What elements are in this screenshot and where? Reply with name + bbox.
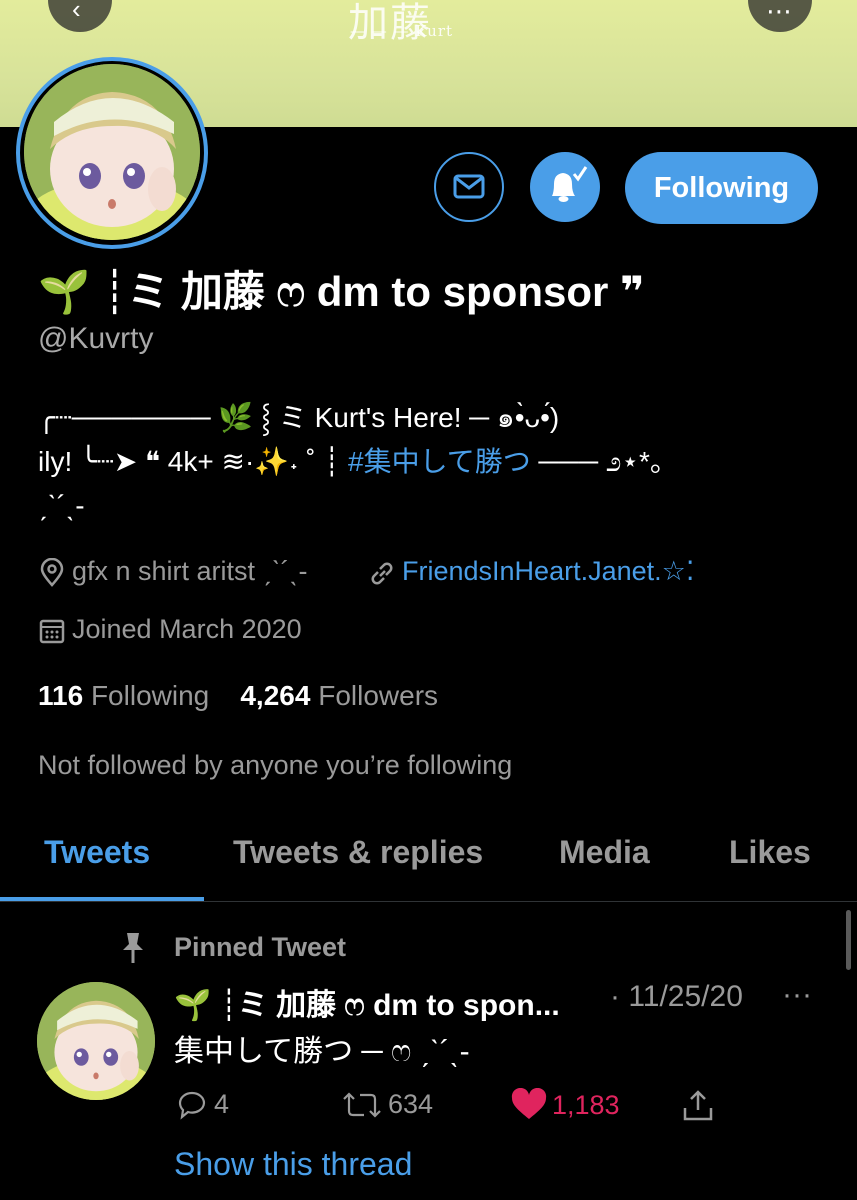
calendar-icon xyxy=(39,619,65,644)
location-text: gfx n shirt aritst ˏˋ´ˎ- xyxy=(72,556,308,586)
bell-icon xyxy=(552,166,588,202)
reply-count: 4 xyxy=(214,1089,230,1120)
retweet-button[interactable]: 634 xyxy=(340,1088,433,1121)
tweet-more-button[interactable]: ··· xyxy=(782,978,812,1012)
display-name: 🌱 ┊ミ 加藤 ෆ dm to sponsor ❞ xyxy=(38,268,645,315)
not-followed-notice: Not followed by anyone you’re following xyxy=(38,750,513,780)
pinned-label: Pinned Tweet xyxy=(174,932,347,962)
tweet-text: 集中して勝つ ─ ෆ ˏˋ´ˎ- xyxy=(174,1035,470,1068)
bio-line-1: ╭┈─────── 🌿 ⸾ ミ Kurt's Here! ─ ๑•̀ᴗ•́) xyxy=(38,402,560,433)
bio-line-3: ˏˋ´ˎ- xyxy=(38,490,85,521)
message-button[interactable] xyxy=(434,152,504,222)
bio-line-2-text: ily! ╰┈➤ ❝ 4k+ ≋·✨˖ ˚ ┊ xyxy=(38,446,341,477)
tab-media[interactable]: Media xyxy=(559,834,650,871)
back-icon: ‹ xyxy=(72,0,81,24)
avatar[interactable] xyxy=(24,64,200,240)
more-options-button[interactable]: ⋯ xyxy=(748,0,812,32)
bio-hashtag-link[interactable]: #集中して勝つ xyxy=(348,446,531,477)
followers-label: Followers xyxy=(318,680,439,711)
retweet-count: 634 xyxy=(388,1089,434,1120)
tabs-divider xyxy=(0,901,857,902)
follow-stats: 116 Following 4,264 Followers xyxy=(38,680,438,712)
bio-line-2: ily! ╰┈➤ ❝ 4k+ ≋·✨˖ ˚ ┊ #集中して勝つ ─── ೨⋆*。 xyxy=(38,440,678,484)
retweet-icon xyxy=(343,1092,381,1118)
banner-sub-text: — — — Kurt xyxy=(350,22,454,40)
following-button[interactable]: Following xyxy=(625,152,818,224)
share-icon xyxy=(683,1090,713,1121)
profile-joined: Joined March 2020 xyxy=(38,614,302,646)
notifications-button[interactable] xyxy=(530,152,600,222)
mail-icon xyxy=(453,174,485,199)
tweet-author-name[interactable]: 🌱 ┊ミ 加藤 ෆ dm to spon... xyxy=(174,980,560,1024)
followers-count: 4,264 xyxy=(240,680,311,711)
following-stat[interactable]: 116 Following xyxy=(38,680,209,711)
profile-website[interactable]: FriendsInHeart.Janet.☆⁚ xyxy=(368,556,694,588)
joined-text: Joined March 2020 xyxy=(72,614,302,644)
share-button[interactable] xyxy=(680,1088,716,1124)
bio-line-2-tail: ─── ೨⋆*。 xyxy=(538,446,678,477)
scrollbar[interactable] xyxy=(846,910,851,970)
handle: @Kuvrty xyxy=(38,322,154,355)
tab-tweets-replies[interactable]: Tweets & replies xyxy=(233,834,483,871)
reply-icon xyxy=(178,1091,206,1120)
like-icon xyxy=(511,1087,547,1119)
show-thread-link[interactable]: Show this thread xyxy=(174,1146,412,1183)
tweet-author-avatar[interactable] xyxy=(37,982,155,1100)
followers-stat[interactable]: 4,264 Followers xyxy=(240,680,438,711)
link-icon xyxy=(371,562,393,585)
like-button[interactable]: 1,183 xyxy=(510,1087,620,1122)
website-link[interactable]: FriendsInHeart.Janet.☆⁚ xyxy=(402,556,694,586)
tweet-date[interactable]: · 11/25/20 xyxy=(610,980,743,1014)
following-label: Following xyxy=(90,680,210,711)
more-icon: ⋯ xyxy=(766,0,792,26)
profile-location: gfx n shirt aritst ˏˋ´ˎ- xyxy=(38,556,308,588)
like-count: 1,183 xyxy=(552,1089,620,1120)
tab-likes[interactable]: Likes xyxy=(729,834,811,871)
following-count: 116 xyxy=(38,680,84,711)
tab-tweets[interactable]: Tweets xyxy=(44,834,150,871)
pin-icon xyxy=(123,933,143,963)
back-button[interactable]: ‹ xyxy=(48,0,112,32)
reply-button[interactable]: 4 xyxy=(174,1088,229,1121)
location-icon xyxy=(40,557,64,587)
